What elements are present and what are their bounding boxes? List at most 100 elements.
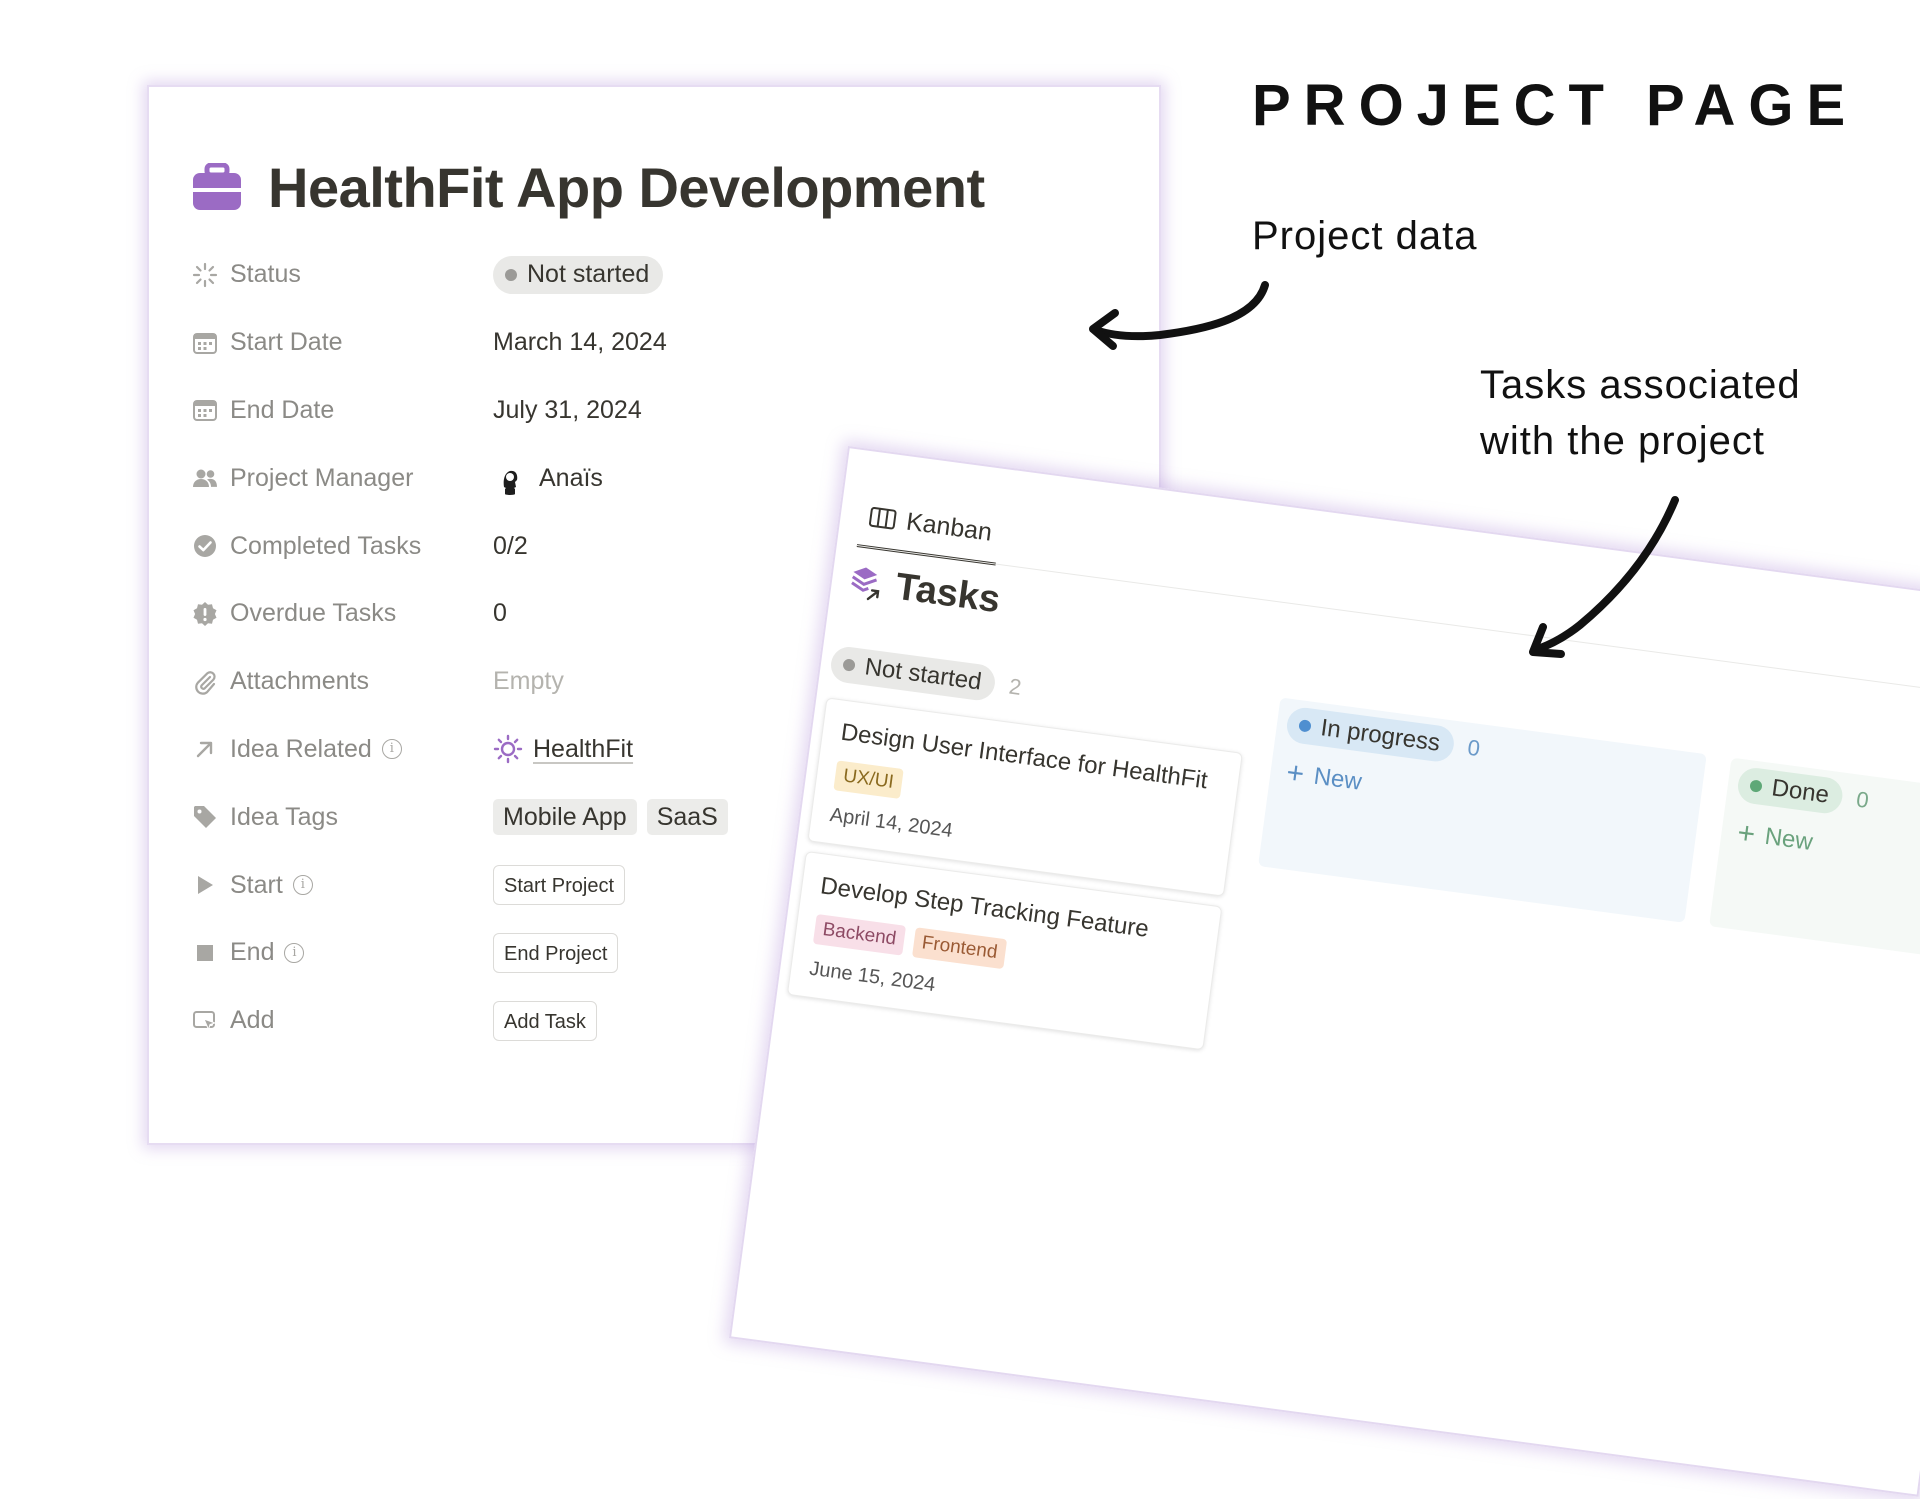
- kanban-column-in-progress: In progress 0 + New: [1258, 697, 1707, 923]
- database-title-text: Tasks: [893, 565, 1003, 622]
- property-label: Idea Tags: [191, 803, 493, 832]
- kanban-column-done: Done 0 + New: [1709, 757, 1920, 966]
- paperclip-icon: [195, 670, 216, 695]
- column-name: In progress: [1319, 714, 1442, 757]
- info-icon[interactable]: i: [284, 942, 305, 963]
- column-name: Done: [1770, 774, 1831, 809]
- property-label-text: Attachments: [230, 667, 369, 696]
- property-label: Overdue Tasks: [191, 599, 493, 628]
- property-label-text: End: [230, 938, 275, 967]
- headline: PROJECT PAGE: [1252, 73, 1859, 138]
- add-task-button[interactable]: Add Task: [493, 1000, 597, 1041]
- status-badge[interactable]: Not started: [493, 255, 664, 294]
- overdue-tasks-value[interactable]: 0: [493, 599, 507, 628]
- calendar-icon: [193, 332, 217, 354]
- play-icon: [198, 876, 213, 895]
- start-value[interactable]: Start Project: [493, 865, 626, 906]
- end-project-button[interactable]: End Project: [493, 932, 619, 973]
- stop-icon: [197, 944, 213, 961]
- plus-icon: +: [1735, 816, 1758, 852]
- arrow-up-right-icon: [196, 742, 213, 758]
- page-title: HealthFit App Development: [268, 155, 985, 219]
- completed-tasks-value[interactable]: 0/2: [493, 532, 528, 561]
- idea-related-link[interactable]: HealthFit: [533, 735, 633, 764]
- attachments-value[interactable]: Empty: [493, 667, 564, 696]
- property-label-text: Idea Related: [230, 734, 372, 763]
- property-label-text: Project Manager: [230, 463, 414, 492]
- idea-tags-value[interactable]: Mobile App SaaS: [493, 799, 738, 836]
- column-status-badge[interactable]: Not started: [828, 644, 998, 703]
- kanban-column-not-started: Not started 2 Design User Interface for …: [777, 637, 1251, 1051]
- property-label: Attachments: [191, 667, 493, 696]
- kanban-card: Kanban Tasks Not started 2 Design User I…: [728, 446, 1920, 1497]
- column-count: 0: [1854, 786, 1871, 813]
- property-label: Idea Related i: [191, 735, 493, 764]
- property-label: Add: [191, 1006, 493, 1035]
- briefcase-icon: [193, 163, 241, 210]
- status-value[interactable]: Not started: [493, 255, 664, 294]
- annotation-tasks-line-1: Tasks associated: [1480, 363, 1801, 407]
- project-manager-value[interactable]: Anaïs: [493, 461, 603, 496]
- people-icon: [193, 469, 217, 488]
- task-tag: Backend: [812, 913, 906, 956]
- tab-kanban-label: Kanban: [904, 507, 994, 547]
- column-status-badge[interactable]: Done: [1735, 765, 1845, 816]
- start-project-button[interactable]: Start Project: [493, 865, 626, 906]
- property-label: Start i: [191, 871, 493, 900]
- property-label-text: Start Date: [230, 328, 343, 357]
- task-tag: Frontend: [911, 927, 1008, 970]
- property-label: Start Date: [191, 328, 493, 357]
- property-start-date[interactable]: Start Date March 14, 2024: [191, 309, 1091, 377]
- property-end-date[interactable]: End Date July 31, 2024: [191, 377, 1091, 445]
- property-label: Project Manager: [191, 464, 493, 493]
- plus-icon: +: [1284, 756, 1307, 792]
- add-value[interactable]: Add Task: [493, 1000, 597, 1041]
- status-dot: [1298, 719, 1312, 733]
- tag-icon: [194, 806, 216, 829]
- idea-tag[interactable]: SaaS: [646, 799, 728, 836]
- status-text: Not started: [527, 260, 650, 289]
- page-title-row: HealthFit App Development: [192, 147, 985, 227]
- property-label-text: Idea Tags: [230, 802, 338, 831]
- property-label: End Date: [191, 396, 493, 425]
- annotation-project-data: Project data: [1252, 214, 1478, 258]
- annotation-tasks-line-2: with the project: [1480, 419, 1766, 463]
- column-count: 0: [1466, 734, 1482, 762]
- property-label: End i: [191, 938, 493, 967]
- database-title: Tasks: [847, 560, 1003, 623]
- status-spinner-icon: [192, 262, 218, 287]
- tab-kanban[interactable]: Kanban: [856, 486, 1004, 566]
- status-dot: [505, 268, 517, 281]
- avatar-illustration-icon: [503, 471, 518, 496]
- property-label: Status: [191, 260, 493, 289]
- idea-related-value[interactable]: HealthFit: [493, 734, 633, 764]
- property-label-text: End Date: [230, 395, 335, 424]
- alert-badge-icon: [193, 601, 217, 626]
- column-count: 2: [1007, 673, 1023, 700]
- status-dot: [842, 658, 856, 672]
- annotation-tasks: Tasks associated with the project: [1480, 357, 1801, 469]
- status-dot: [1749, 779, 1763, 793]
- cursor-click-icon: [193, 1010, 217, 1031]
- avatar: [493, 461, 527, 496]
- end-value[interactable]: End Project: [493, 932, 619, 973]
- sun-icon: [493, 735, 523, 764]
- property-label-text: Add: [230, 1006, 275, 1035]
- stacked-layers-icon: [851, 566, 880, 600]
- property-status[interactable]: Status Not started: [191, 241, 1091, 309]
- property-label-text: Overdue Tasks: [230, 599, 397, 628]
- new-card-label: New: [1763, 822, 1815, 856]
- end-date-value[interactable]: July 31, 2024: [493, 396, 642, 425]
- start-date-value[interactable]: March 14, 2024: [493, 328, 667, 357]
- property-label: Completed Tasks: [191, 532, 493, 561]
- info-icon[interactable]: i: [292, 875, 313, 896]
- property-label-text: Status: [230, 260, 301, 289]
- new-card-label: New: [1312, 762, 1364, 796]
- check-circle-icon: [194, 535, 216, 558]
- info-icon[interactable]: i: [381, 739, 402, 760]
- task-tag: UX/UI: [833, 760, 904, 799]
- calendar-icon: [193, 400, 217, 422]
- idea-tag[interactable]: Mobile App: [493, 799, 637, 836]
- project-manager-name: Anaïs: [539, 463, 603, 492]
- board-icon: [868, 507, 897, 530]
